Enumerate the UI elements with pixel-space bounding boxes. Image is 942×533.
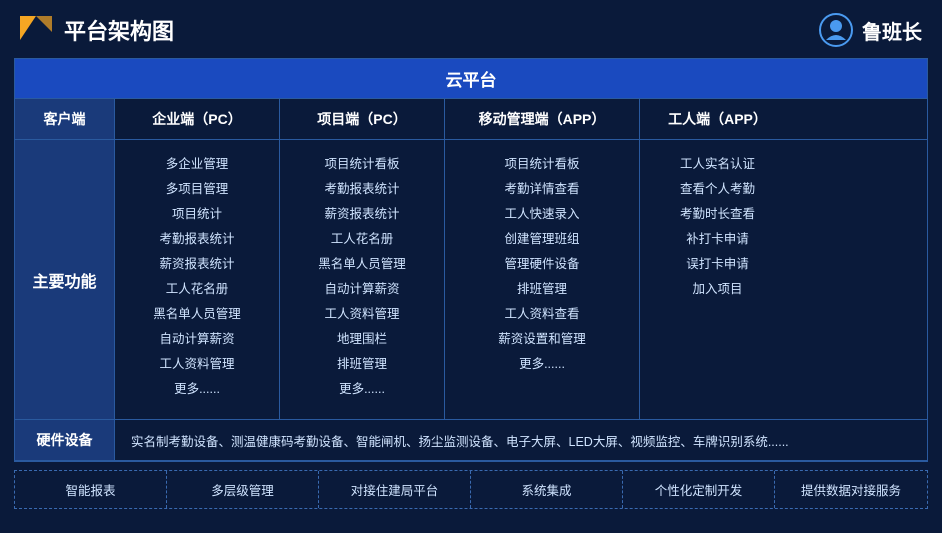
list-item: 考勤报表统计	[290, 179, 434, 199]
list-item: 地理围栏	[290, 329, 434, 349]
mobile-funcs: 项目统计看板 考勤详情查看 工人快速录入 创建管理班组 管理硬件设备 排班管理 …	[445, 140, 640, 419]
column-headers: 客户端 企业端（PC） 项目端（PC） 移动管理端（APP） 工人端（APP）	[15, 99, 927, 140]
project-funcs: 项目统计看板 考勤报表统计 薪资报表统计 工人花名册 黑名单人员管理 自动计算薪…	[280, 140, 445, 419]
logo-icon	[16, 12, 52, 48]
list-item: 薪资报表统计	[125, 254, 269, 274]
list-item: 排班管理	[290, 354, 434, 374]
list-item: 工人资料管理	[290, 304, 434, 324]
feature-item-4: 个性化定制开发	[623, 471, 775, 508]
col-header-enterprise: 企业端（PC）	[115, 99, 280, 139]
cloud-platform-header: 云平台	[15, 59, 927, 99]
brand-logo: 鲁班长	[818, 12, 922, 48]
header: 平台架构图 鲁班长	[0, 0, 942, 58]
list-item: 薪资报表统计	[290, 204, 434, 224]
main-function-label: 主要功能	[15, 140, 115, 419]
feature-item-5: 提供数据对接服务	[775, 471, 927, 508]
list-item: 项目统计看板	[290, 154, 434, 174]
list-item: 更多......	[455, 354, 629, 374]
col-header-worker: 工人端（APP）	[640, 99, 795, 139]
list-item: 考勤时长查看	[650, 204, 785, 224]
feature-item-2: 对接住建局平台	[319, 471, 471, 508]
list-item: 加入项目	[650, 279, 785, 299]
list-item: 排班管理	[455, 279, 629, 299]
list-item: 工人资料管理	[125, 354, 269, 374]
hardware-row: 硬件设备 实名制考勤设备、测温健康码考勤设备、智能闸机、扬尘监测设备、电子大屏、…	[15, 420, 927, 461]
list-item: 管理硬件设备	[455, 254, 629, 274]
list-item: 自动计算薪资	[125, 329, 269, 349]
list-item: 项目统计看板	[455, 154, 629, 174]
list-item: 工人花名册	[125, 279, 269, 299]
brand-icon	[818, 12, 854, 48]
list-item: 项目统计	[125, 204, 269, 224]
feature-item-1: 多层级管理	[167, 471, 319, 508]
list-item: 更多......	[125, 379, 269, 399]
list-item: 考勤详情查看	[455, 179, 629, 199]
page-title: 平台架构图	[64, 14, 174, 46]
list-item: 创建管理班组	[455, 229, 629, 249]
col-header-client: 客户端	[15, 99, 115, 139]
main-function-row: 主要功能 多企业管理 多项目管理 项目统计 考勤报表统计 薪资报表统计 工人花名…	[15, 140, 927, 420]
list-item: 多项目管理	[125, 179, 269, 199]
list-item: 更多......	[290, 379, 434, 399]
list-item: 工人资料查看	[455, 304, 629, 324]
list-item: 工人花名册	[290, 229, 434, 249]
list-item: 薪资设置和管理	[455, 329, 629, 349]
list-item: 黑名单人员管理	[125, 304, 269, 324]
list-item: 查看个人考勤	[650, 179, 785, 199]
list-item: 多企业管理	[125, 154, 269, 174]
hardware-content: 实名制考勤设备、测温健康码考勤设备、智能闸机、扬尘监测设备、电子大屏、LED大屏…	[115, 420, 927, 460]
features-row: 智能报表 多层级管理 对接住建局平台 系统集成 个性化定制开发 提供数据对接服务	[14, 470, 928, 509]
main-table: 云平台 客户端 企业端（PC） 项目端（PC） 移动管理端（APP） 工人端（A…	[14, 58, 928, 462]
feature-item-0: 智能报表	[15, 471, 167, 508]
list-item: 补打卡申请	[650, 229, 785, 249]
list-item: 工人实名认证	[650, 154, 785, 174]
list-item: 工人快速录入	[455, 204, 629, 224]
feature-item-3: 系统集成	[471, 471, 623, 508]
col-header-mobile: 移动管理端（APP）	[445, 99, 640, 139]
list-item: 自动计算薪资	[290, 279, 434, 299]
col-header-project: 项目端（PC）	[280, 99, 445, 139]
enterprise-funcs: 多企业管理 多项目管理 项目统计 考勤报表统计 薪资报表统计 工人花名册 黑名单…	[115, 140, 280, 419]
worker-funcs: 工人实名认证 查看个人考勤 考勤时长查看 补打卡申请 误打卡申请 加入项目	[640, 140, 795, 419]
list-item: 黑名单人员管理	[290, 254, 434, 274]
list-item: 误打卡申请	[650, 254, 785, 274]
brand-name: 鲁班长	[862, 16, 922, 45]
list-item: 考勤报表统计	[125, 229, 269, 249]
header-left: 平台架构图	[16, 12, 174, 48]
hardware-label: 硬件设备	[15, 420, 115, 460]
